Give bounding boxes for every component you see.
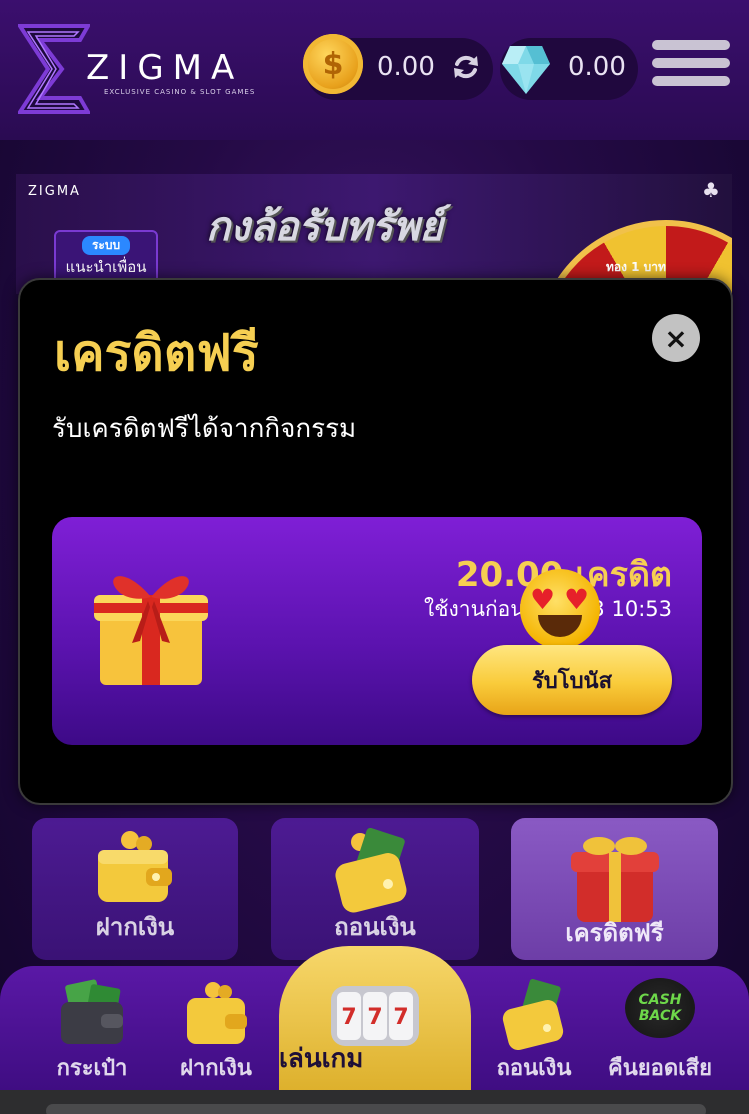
coin-icon: $ [303, 34, 363, 94]
modal-subtitle: รับเครดิตฟรีได้จากกิจกรรม [52, 414, 357, 444]
browser-bottom-bar [0, 1090, 749, 1114]
gem-balance: 0.00 [568, 52, 626, 82]
deposit-tile-label: ฝากเงิน [95, 913, 175, 941]
nav-deposit-label: ฝากเงิน [180, 1056, 252, 1081]
free-credit-tile-label: เครดิตฟรี [565, 919, 664, 947]
nav-deposit[interactable]: ฝากเงิน [168, 966, 264, 1090]
nav-wallet-label: กระเป๋า [56, 1056, 128, 1081]
wheel-label: ทอง 1 บาท [606, 260, 666, 274]
wallet-icon [187, 982, 247, 1044]
nav-play-label: เล่นเกม [279, 1044, 364, 1074]
coin-balance-pill[interactable]: $ 0.00 [303, 34, 493, 100]
withdraw-tile-label: ถอนเงิน [334, 913, 416, 941]
wallet-icon [98, 831, 172, 902]
claim-bonus-button[interactable]: รับโบนัส [472, 645, 672, 715]
referral-tag-text: แนะนำเพื่อน [65, 258, 147, 276]
club-icon: ♣ [702, 178, 720, 202]
close-icon: × [664, 321, 688, 355]
banner-title: กงล้อรับทรัพย์ [206, 204, 443, 250]
cashback-badge-text: CASH BACK [638, 992, 682, 1024]
diamond-icon [502, 46, 550, 94]
refresh-icon[interactable] [451, 52, 481, 82]
modal-title: เครดิตฟรี [54, 324, 259, 382]
heart-eyes-emoji-icon: ♥ ♥ [520, 569, 600, 649]
menu-bar-icon [652, 76, 730, 86]
heart-icon: ♥ [530, 583, 556, 616]
logo-tagline: EXCLUSIVE CASINO & SLOT GAMES [104, 88, 256, 96]
gem-balance-pill[interactable]: 0.00 [500, 38, 638, 100]
menu-bar-icon [652, 58, 730, 68]
referral-tag-top: ระบบ [81, 236, 131, 255]
wallet-cash-icon [502, 978, 564, 1050]
zigma-logo[interactable]: ZIGMA EXCLUSIVE CASINO & SLOT GAMES [18, 24, 258, 116]
nav-wallet[interactable]: กระเป๋า [40, 966, 144, 1090]
coin-balance: 0.00 [377, 52, 435, 82]
hamburger-menu-button[interactable] [652, 40, 732, 98]
withdraw-tile[interactable]: ถอนเงิน [271, 818, 479, 960]
nav-cashback[interactable]: CASH BACK คืนยอดเสีย [598, 966, 722, 1090]
wallet-cash-icon [335, 828, 407, 913]
heart-icon: ♥ [564, 583, 590, 616]
gift-icon [94, 576, 208, 685]
nav-withdraw[interactable]: ถอนเงิน [486, 966, 582, 1090]
bonus-card: 20.00 เครดิต ใช้งานก่อน 2023 3 10:53 ♥ ♥… [52, 517, 702, 745]
promo-banner[interactable]: ZIGMA ระบบ แนะนำเพื่อน กงล้อรับทรัพย์ ทอ… [16, 174, 732, 294]
logo-wordmark: ZIGMA [86, 48, 244, 88]
nav-withdraw-label: ถอนเงิน [496, 1056, 572, 1081]
free-credit-modal: เครดิตฟรี รับเครดิตฟรีได้จากกิจกรรม × 20… [18, 278, 733, 805]
top-header: ZIGMA EXCLUSIVE CASINO & SLOT GAMES $ 0.… [0, 0, 749, 140]
gift-icon [570, 837, 659, 922]
svg-text:7: 7 [393, 1005, 408, 1030]
emoji-mouth [538, 615, 582, 637]
sigma-logo-icon [18, 24, 90, 114]
wallet-icon [61, 979, 123, 1044]
free-credit-tile[interactable]: เครดิตฟรี [511, 818, 718, 960]
svg-text:7: 7 [367, 1005, 382, 1030]
deposit-tile[interactable]: ฝากเงิน [32, 818, 238, 960]
svg-text:7: 7 [341, 1005, 356, 1030]
nav-play-game[interactable]: 7 7 7 เล่นเกม [279, 946, 471, 1092]
address-bar[interactable] [46, 1104, 706, 1114]
banner-logo: ZIGMA [28, 184, 81, 199]
menu-bar-icon [652, 40, 730, 50]
nav-cashback-label: คืนยอดเสีย [608, 1056, 712, 1081]
cashback-icon: CASH BACK [625, 978, 695, 1038]
close-button[interactable]: × [652, 314, 700, 362]
